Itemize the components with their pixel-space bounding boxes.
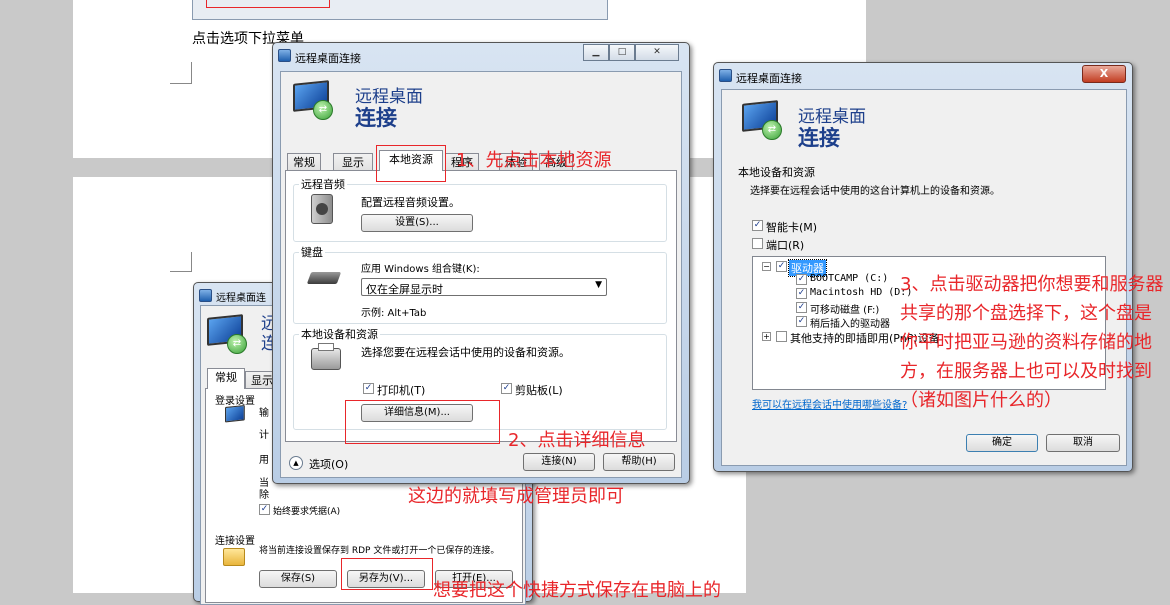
login-computer-icon [225,404,249,428]
keyboard-example: 示例: Alt+Tab [361,308,427,319]
cancel-button[interactable]: 取消 [1046,434,1120,452]
printer-icon [311,343,341,370]
rdp-monitor-icon: ⇄ [293,80,337,122]
minimize-button[interactable]: ▁ [583,44,609,61]
ok-button[interactable]: 确定 [966,434,1038,452]
drive-item: BOOTCAMP (C:) [810,273,889,284]
clipboard-checkbox[interactable]: ✓ [501,383,512,394]
keyboard-combo-value: 仅在全屏显示时 [366,283,443,296]
local-desc: 选择要在远程会话中使用的这台计算机上的设备和资源。 [750,186,1000,197]
maximize-button[interactable]: □ [609,44,635,61]
audio-settings-button[interactable]: 设置(S)... [361,214,473,232]
header-line2: 连接 [355,106,397,130]
keyboard-group-label: 键盘 [299,244,325,260]
annotation-admin: 这边的就填写成管理员即可 [408,486,624,507]
drive-item: 可移动磁盘 (F:) [810,305,880,316]
tab-general[interactable]: 常规 [287,153,321,171]
page-corner-mark [170,62,192,84]
rdp-monitor-icon: ⇄ [207,314,251,356]
login-frag: 计 [259,430,269,441]
help-link[interactable]: 我可以在远程会话中使用哪些设备? [752,396,907,411]
save-as-highlight [341,558,433,590]
conn-group-label: 连接设置 [215,536,255,547]
options-label[interactable]: 选项(O) [309,456,348,472]
tree-expand-icon[interactable]: + [762,332,771,341]
drives-dialog-title: 远程桌面连接 [736,72,802,85]
rdp-app-icon [199,289,212,302]
speaker-icon [311,194,333,224]
ports-label: 端口(R) [766,239,805,252]
options-up-icon[interactable]: ▲ [289,456,303,470]
local-desc: 选择您要在远程会话中使用的设备和资源。 [361,346,570,359]
drive-item: Macintosh HD (D:) [810,287,913,298]
close-button[interactable]: ✕ [635,44,679,61]
local-group-label: 本地设备和资源 [299,326,380,342]
annotation-step1: 1、先点击本地资源 [456,150,612,171]
tree-collapse-icon[interactable]: − [762,262,771,271]
conn-desc: 将当前连接设置保存到 RDP 文件或打开一个已保存的连接。 [259,546,500,556]
ports-checkbox[interactable] [752,238,763,249]
always-ask-checkbox[interactable]: ✓ [259,504,270,515]
drive-checkbox[interactable]: ✓ [796,316,807,327]
drives-dialog-titlebar: 远程桌面连接 X [714,63,1132,89]
drive-item: 稍后插入的驱动器 [810,319,890,330]
tab-local-resources[interactable]: 本地资源 [379,150,443,171]
back-dialog-title: 远程桌面连 [216,293,266,304]
pnp-checkbox[interactable] [776,331,787,342]
login-group-label: 登录设置 [215,396,255,407]
annotation-step2: 2、点击详细信息 [508,430,646,451]
rdp-app-icon [278,49,291,62]
login-frag: 输 [259,408,269,419]
save-button[interactable]: 保存(S) [259,570,337,588]
annotation-step3: 3、点击驱动器把你想要和服务器共享的那个盘选择下，这个盘是你平时把亚马逊的资料存… [900,274,1164,411]
rdp-app-icon [719,69,732,82]
rdp-monitor-icon: ⇄ [742,100,786,142]
login-frag: 用 [259,455,269,466]
login-frag: 除 [259,490,269,501]
top-fragment-highlight [206,0,330,8]
clipboard-label: 剪贴板(L) [515,384,563,397]
audio-desc: 配置远程音频设置。 [361,196,460,209]
keyboard-combo-select[interactable]: 仅在全屏显示时 ▼ [361,278,607,296]
tab-display[interactable]: 显示 [333,153,373,171]
drive-checkbox[interactable]: ✓ [796,288,807,299]
drive-checkbox[interactable]: ✓ [796,274,807,285]
annotation-save: 想要把这个快捷方式保存在电脑上的 [433,580,721,601]
folder-icon [223,548,245,566]
tab-general[interactable]: 常规 [207,368,245,389]
printer-checkbox[interactable]: ✓ [363,383,374,394]
keyboard-desc: 应用 Windows 组合键(K): [361,264,480,275]
audio-group-label: 远程音频 [299,176,347,192]
details-highlight [345,400,500,444]
chevron-down-icon: ▼ [595,280,602,290]
help-button[interactable]: 帮助(H) [603,453,675,471]
drives-checkbox[interactable]: ✓ [776,261,787,272]
smartcard-checkbox[interactable]: ✓ [752,220,763,231]
connect-button[interactable]: 连接(N) [523,453,595,471]
audio-group [293,184,667,242]
local-group-label: 本地设备和资源 [738,166,815,179]
page-corner-mark [170,252,192,272]
drive-checkbox[interactable]: ✓ [796,302,807,313]
keyboard-icon [306,272,342,284]
printer-label: 打印机(T) [377,384,426,397]
always-ask-label: 始终要求凭据(A) [273,507,341,517]
main-dialog-title: 远程桌面连接 [295,52,361,65]
close-button[interactable]: X [1082,65,1126,83]
smartcard-label: 智能卡(M) [766,221,818,234]
header-line2: 连接 [798,126,840,150]
main-dialog-titlebar: 远程桌面连接 ▁ □ ✕ [273,43,689,69]
